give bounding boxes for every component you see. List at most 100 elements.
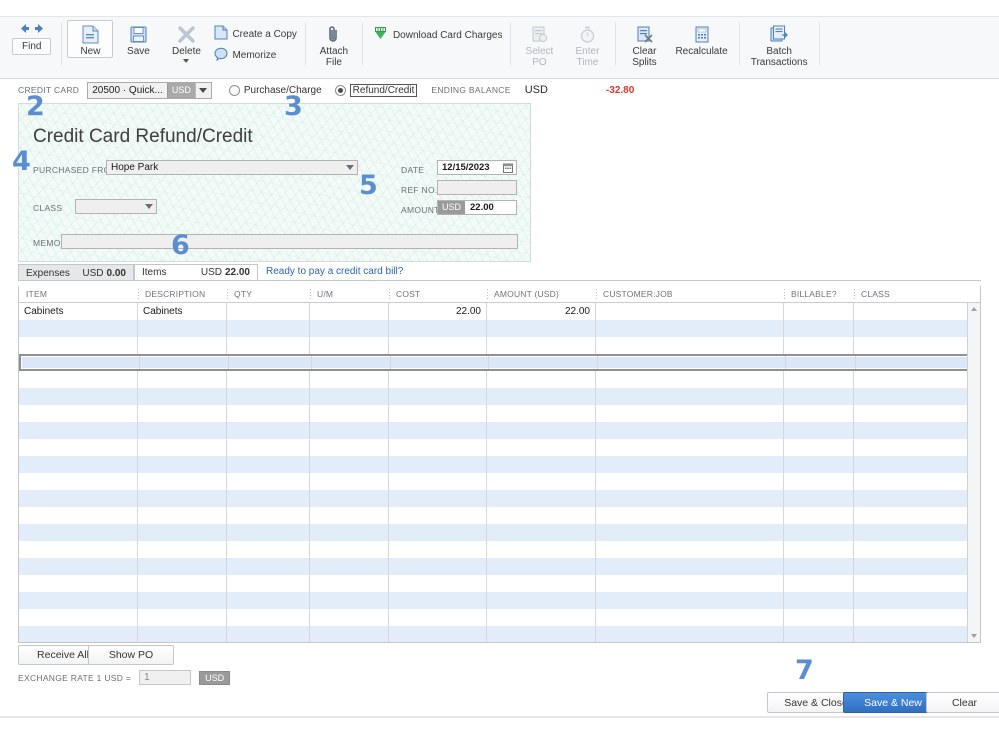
grid-cell-item[interactable] bbox=[19, 456, 138, 473]
grid-cell-um[interactable] bbox=[310, 592, 389, 609]
grid-cell-class[interactable] bbox=[854, 473, 970, 490]
exchange-rate-input[interactable]: 1 bbox=[139, 670, 192, 685]
grid-cell-billable[interactable] bbox=[784, 422, 854, 439]
grid-cell-billable[interactable] bbox=[784, 592, 854, 609]
grid-cell-um[interactable] bbox=[312, 356, 391, 369]
grid-cell-cost[interactable] bbox=[389, 473, 487, 490]
grid-cell-class[interactable] bbox=[854, 439, 970, 456]
table-row[interactable] bbox=[19, 371, 980, 388]
grid-cell-billable[interactable] bbox=[784, 558, 854, 575]
grid-cell-um[interactable] bbox=[310, 337, 389, 354]
grid-cell-item[interactable] bbox=[19, 388, 138, 405]
grid-cell-customerjob[interactable] bbox=[596, 456, 784, 473]
column-resize-handle[interactable] bbox=[784, 289, 785, 299]
grid-cell-cost[interactable] bbox=[389, 541, 487, 558]
grid-cell-customerjob[interactable] bbox=[596, 541, 784, 558]
grid-cell-amount[interactable] bbox=[487, 320, 596, 337]
grid-cell-class[interactable] bbox=[854, 558, 970, 575]
find-control[interactable]: Find bbox=[12, 23, 52, 55]
grid-cell-customerjob[interactable] bbox=[596, 524, 784, 541]
grid-cell-billable[interactable] bbox=[784, 371, 854, 388]
grid-cell-um[interactable] bbox=[310, 303, 389, 320]
grid-cell-qty[interactable] bbox=[227, 320, 310, 337]
scroll-down-button[interactable] bbox=[968, 630, 980, 642]
table-row[interactable] bbox=[19, 507, 980, 524]
grid-cell-um[interactable] bbox=[310, 439, 389, 456]
grid-cell-cost[interactable] bbox=[389, 592, 487, 609]
grid-header-customerjob[interactable]: CUSTOMER:JOB bbox=[596, 286, 784, 302]
grid-cell-amount[interactable] bbox=[489, 356, 598, 369]
grid-cell-qty[interactable] bbox=[229, 356, 312, 369]
grid-cell-customerjob[interactable] bbox=[596, 575, 784, 592]
grid-cell-um[interactable] bbox=[310, 422, 389, 439]
grid-cell-cost[interactable] bbox=[389, 422, 487, 439]
grid-cell-amount[interactable] bbox=[487, 558, 596, 575]
grid-cell-description[interactable] bbox=[138, 609, 227, 626]
amount-input[interactable]: USD 22.00 bbox=[437, 200, 517, 215]
grid-cell-qty[interactable] bbox=[227, 626, 310, 642]
table-row[interactable] bbox=[19, 320, 980, 337]
grid-header-billable[interactable]: BILLABLE? bbox=[784, 286, 854, 302]
grid-cell-amount[interactable] bbox=[487, 388, 596, 405]
grid-cell-qty[interactable] bbox=[227, 507, 310, 524]
grid-cell-amount[interactable] bbox=[487, 371, 596, 388]
grid-cell-qty[interactable] bbox=[227, 371, 310, 388]
recalculate-button[interactable]: Recalculate bbox=[669, 20, 733, 58]
grid-cell-description[interactable] bbox=[138, 473, 227, 490]
scroll-up-button[interactable] bbox=[968, 303, 980, 315]
table-row[interactable] bbox=[19, 456, 980, 473]
grid-cell-customerjob[interactable] bbox=[596, 388, 784, 405]
grid-cell-um[interactable] bbox=[310, 371, 389, 388]
ready-to-pay-link[interactable]: Ready to pay a credit card bill? bbox=[266, 266, 403, 277]
grid-cell-class[interactable] bbox=[854, 490, 970, 507]
grid-cell-qty[interactable] bbox=[227, 524, 310, 541]
grid-cell-item[interactable]: Cabinets bbox=[19, 303, 138, 320]
grid-cell-item[interactable] bbox=[19, 626, 138, 642]
grid-cell-customerjob[interactable] bbox=[596, 320, 784, 337]
grid-cell-class[interactable] bbox=[854, 626, 970, 642]
grid-cell-billable[interactable] bbox=[784, 439, 854, 456]
class-input[interactable] bbox=[75, 199, 157, 214]
grid-cell-um[interactable] bbox=[310, 626, 389, 642]
grid-cell-item[interactable] bbox=[19, 541, 138, 558]
grid-body[interactable]: Cabinets Cabinets 22.00 22.00 bbox=[19, 303, 980, 642]
table-row[interactable] bbox=[19, 490, 980, 507]
grid-cell-class[interactable] bbox=[854, 320, 970, 337]
grid-cell-customerjob[interactable] bbox=[596, 626, 784, 642]
grid-cell-description[interactable] bbox=[138, 405, 227, 422]
grid-cell-item[interactable] bbox=[19, 524, 138, 541]
grid-cell-cost[interactable] bbox=[389, 524, 487, 541]
grid-cell-amount[interactable] bbox=[487, 456, 596, 473]
delete-dropdown-caret-icon[interactable] bbox=[183, 59, 190, 63]
grid-cell-description[interactable] bbox=[138, 439, 227, 456]
grid-cell-cost[interactable]: 22.00 bbox=[389, 303, 487, 320]
grid-cell-customerjob[interactable] bbox=[596, 609, 784, 626]
grid-cell-description[interactable] bbox=[138, 456, 227, 473]
grid-cell-billable[interactable] bbox=[784, 609, 854, 626]
forward-arrow-icon[interactable] bbox=[34, 23, 45, 37]
grid-cell-qty[interactable] bbox=[227, 303, 310, 320]
tab-items[interactable]: Items USD 22.00 bbox=[134, 264, 258, 281]
grid-cell-um[interactable] bbox=[310, 524, 389, 541]
grid-cell-cost[interactable] bbox=[389, 371, 487, 388]
table-row[interactable] bbox=[19, 541, 980, 558]
back-arrow-icon[interactable] bbox=[19, 23, 30, 37]
grid-cell-cost[interactable] bbox=[389, 609, 487, 626]
refund-credit-radio-icon[interactable] bbox=[334, 84, 346, 96]
class-chevron-down-icon[interactable] bbox=[145, 204, 153, 209]
table-row[interactable] bbox=[19, 473, 980, 490]
table-row[interactable] bbox=[19, 592, 980, 609]
grid-cell-billable[interactable] bbox=[784, 490, 854, 507]
credit-card-account-combo[interactable]: 20500 · Quick... USD bbox=[87, 81, 212, 99]
grid-cell-customerjob[interactable] bbox=[596, 490, 784, 507]
table-row[interactable] bbox=[19, 524, 980, 541]
grid-cell-um[interactable] bbox=[310, 405, 389, 422]
grid-cell-item[interactable] bbox=[19, 592, 138, 609]
new-button[interactable]: New bbox=[67, 20, 114, 58]
create-a-copy-button[interactable]: Create a Copy bbox=[210, 24, 300, 44]
grid-cell-description[interactable] bbox=[138, 592, 227, 609]
grid-cell-item[interactable] bbox=[19, 490, 138, 507]
grid-cell-qty[interactable] bbox=[227, 405, 310, 422]
grid-cell-cost[interactable] bbox=[389, 337, 487, 354]
clear-splits-button[interactable]: Clear Splits bbox=[621, 20, 667, 69]
